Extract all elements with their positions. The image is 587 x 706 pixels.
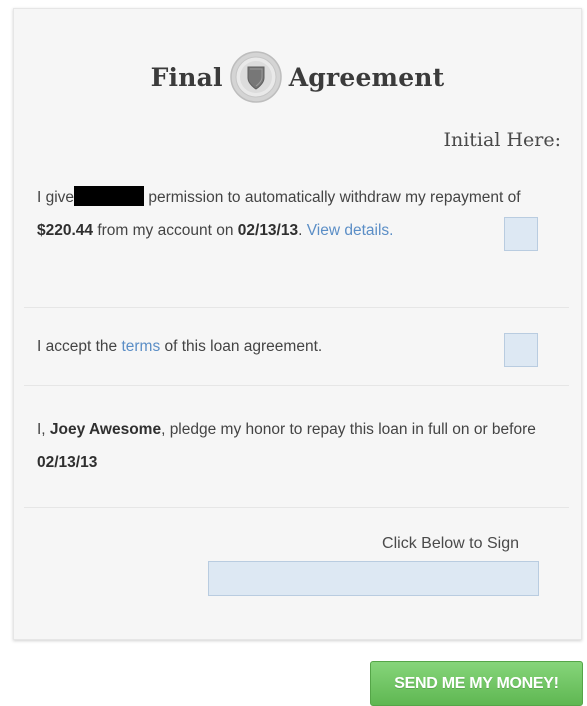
agreement-title: Final Agreement xyxy=(14,49,581,105)
pledge-text-2: , pledge my honor to repay this loan in … xyxy=(161,421,536,438)
pledge-text-1: I, xyxy=(37,421,50,438)
pledge-date: 02/13/13 xyxy=(37,454,98,471)
terms-link[interactable]: terms xyxy=(121,338,160,355)
send-money-button[interactable]: SEND ME MY MONEY! xyxy=(370,661,583,706)
divider xyxy=(24,385,569,386)
title-word-final: Final xyxy=(150,62,223,92)
redacted-lender-name xyxy=(74,186,145,206)
agreement-card: Final Agreement Initial Here: I give per… xyxy=(13,8,582,640)
terms-text-1: I accept the xyxy=(37,338,122,355)
title-word-agreement: Agreement xyxy=(288,62,445,92)
repayment-amount: $220.44 xyxy=(37,222,94,239)
terms-text-2: of this loan agreement. xyxy=(160,338,323,355)
terms-acceptance-text: I accept the terms of this loan agreemen… xyxy=(37,330,547,363)
withdraw-text-4: . xyxy=(298,222,307,239)
borrower-name: Joey Awesome xyxy=(49,421,162,438)
sign-label: Click Below to Sign xyxy=(382,535,519,552)
view-details-link[interactable]: View details. xyxy=(307,222,394,239)
initial-here-header: Initial Here: xyxy=(443,129,561,151)
divider xyxy=(24,507,569,508)
pledge-text: I, Joey Awesome, pledge my honor to repa… xyxy=(37,413,547,479)
withdraw-date: 02/13/13 xyxy=(237,222,299,239)
withdraw-text-3: from my account on xyxy=(93,222,238,239)
withdraw-text-2: permission to automatically withdraw my … xyxy=(144,189,521,206)
signature-field[interactable] xyxy=(208,561,539,596)
withdraw-text-1: I give xyxy=(37,189,75,206)
divider xyxy=(24,307,569,308)
withdraw-initial-box[interactable] xyxy=(504,217,538,251)
shield-seal-icon xyxy=(229,50,283,104)
terms-initial-box[interactable] xyxy=(504,333,538,367)
withdraw-authorization-text: I give permission to automatically withd… xyxy=(37,181,547,247)
